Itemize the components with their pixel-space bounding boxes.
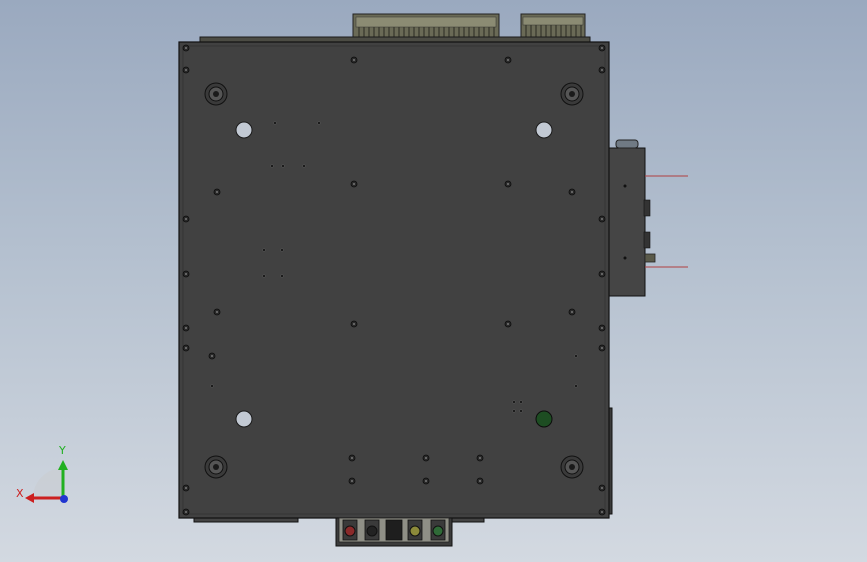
screw-slot (425, 457, 427, 459)
screw-slot (601, 69, 603, 71)
screw-slot (216, 311, 218, 313)
small-hole (262, 248, 266, 252)
small-hole (519, 409, 523, 413)
small-hole (273, 121, 277, 125)
triad-plane (32, 468, 62, 498)
standoff-center (569, 91, 575, 97)
screw-slot (185, 47, 187, 49)
terminal-green[interactable] (432, 525, 444, 537)
y-axis-label: Y (58, 444, 66, 457)
screw-slot (216, 191, 218, 193)
small-hole (281, 164, 285, 168)
through-hole (235, 410, 253, 428)
screw-slot (211, 355, 213, 357)
small-hole (262, 274, 266, 278)
screw-slot (185, 511, 187, 513)
side-clip-lower (643, 231, 651, 249)
screw-slot (601, 327, 603, 329)
side-tab (644, 253, 656, 263)
small-hole (210, 384, 214, 388)
screw-slot (185, 327, 187, 329)
small-hole (519, 400, 523, 404)
small-hole (574, 354, 578, 358)
small-hole (280, 274, 284, 278)
screw-slot (601, 218, 603, 220)
screw-slot (601, 511, 603, 513)
x-arrow-icon (25, 493, 34, 503)
small-hole (302, 164, 306, 168)
screw-slot (571, 191, 573, 193)
screw-slot (353, 323, 355, 325)
top-terminal-block[interactable] (520, 13, 586, 41)
small-hole (574, 384, 578, 388)
screw-slot (601, 487, 603, 489)
screw-slot (571, 311, 573, 313)
terminal-yellow[interactable] (409, 525, 421, 537)
cad-viewport[interactable]: Y X (0, 0, 867, 562)
screw-slot (185, 487, 187, 489)
through-hole (235, 121, 253, 139)
screw-slot (507, 323, 509, 325)
small-hole (512, 400, 516, 404)
main-plate[interactable] (178, 41, 610, 519)
terminal-switch[interactable] (385, 519, 403, 541)
terminal-red[interactable] (344, 525, 356, 537)
model-view[interactable]: Y X (0, 0, 867, 562)
top-header-connector[interactable] (352, 13, 500, 41)
terminal-black[interactable] (366, 525, 378, 537)
small-hole (280, 248, 284, 252)
standoff-center (213, 91, 219, 97)
side-clip-upper (643, 199, 651, 217)
standoff-center (569, 464, 575, 470)
small-hole (317, 121, 321, 125)
side-module[interactable] (608, 139, 688, 297)
screw-slot (185, 273, 187, 275)
y-arrow-icon (58, 460, 68, 470)
screw-slot (351, 480, 353, 482)
small-hole (270, 164, 274, 168)
bottom-connector[interactable] (335, 517, 453, 547)
orientation-triad[interactable]: Y X (16, 444, 68, 503)
screw-slot (185, 347, 187, 349)
screw-slot (601, 347, 603, 349)
green-indicator[interactable] (535, 410, 553, 428)
screw-slot (601, 273, 603, 275)
screw-slot (185, 69, 187, 71)
screw-slot (351, 457, 353, 459)
through-hole (535, 121, 553, 139)
screw-slot (353, 183, 355, 185)
screw-slot (507, 59, 509, 61)
screw-slot (601, 47, 603, 49)
screw-slot (185, 218, 187, 220)
small-hole (512, 409, 516, 413)
side-module-cap (615, 139, 639, 149)
x-axis-label: X (16, 487, 24, 500)
screw-slot (479, 480, 481, 482)
screw-slot (353, 59, 355, 61)
screw-slot (507, 183, 509, 185)
standoff-center (213, 464, 219, 470)
screw-slot (479, 457, 481, 459)
z-axis-dot (60, 495, 68, 503)
screw-slot (425, 480, 427, 482)
